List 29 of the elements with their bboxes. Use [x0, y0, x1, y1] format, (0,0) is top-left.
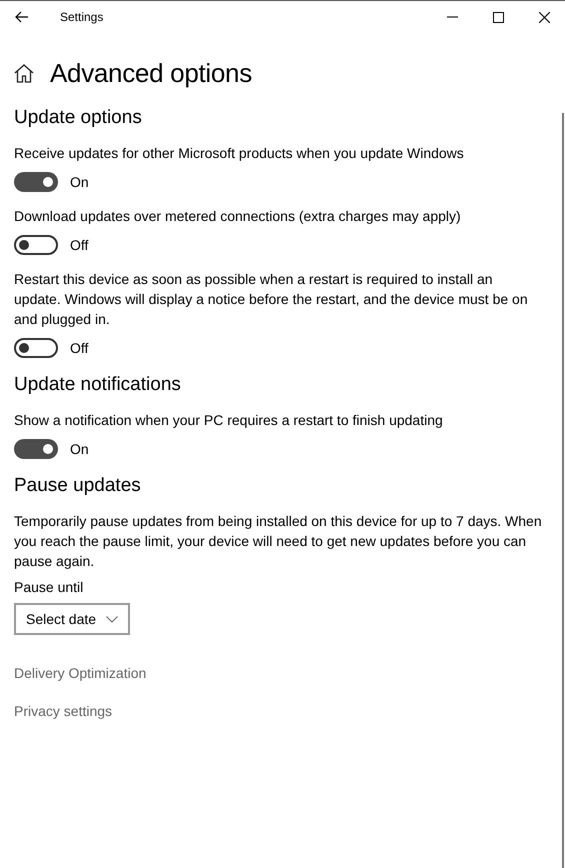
minimize-icon[interactable] — [447, 16, 458, 18]
toggle-state: Off — [70, 237, 88, 253]
back-icon[interactable] — [15, 11, 29, 23]
home-icon[interactable] — [14, 64, 34, 82]
toggle-state: Off — [70, 340, 88, 356]
scroll-bar[interactable] — [562, 113, 564, 868]
setting-label: Show a notification when your PC requires a restart to finish updating — [14, 411, 444, 430]
maximize-icon[interactable] — [493, 12, 504, 22]
toggle-switch[interactable] — [14, 235, 58, 255]
section-title: Update notifications — [14, 374, 182, 396]
description-text: Temporarily pause updates from being installed on this device for up to 7 days. When you reach the pause limit, your device will need to get new updates before you can pause again. — [14, 512, 543, 571]
field-label: Pause until — [14, 579, 84, 595]
close-icon[interactable] — [539, 12, 550, 22]
section-title: Pause updates — [14, 475, 142, 497]
setting-label: Receive updates for other Microsoft products when you update Windows — [14, 144, 465, 163]
setting-label: Restart this device as soon as possible when a restart is required to install an update. Windows will display a notice before the restart, and the device must be on and plugged in. — [14, 270, 529, 329]
settings-link[interactable]: Privacy settings — [14, 703, 112, 719]
date-dropdown[interactable]: Select date — [14, 603, 130, 635]
toggle-switch[interactable] — [14, 439, 58, 459]
toggle-switch[interactable] — [14, 338, 58, 358]
chevron-down-icon — [106, 616, 118, 622]
section-title: Update options — [14, 107, 143, 129]
window-title: Settings — [60, 10, 104, 24]
page-title: Advanced options — [50, 58, 252, 88]
setting-label: Download updates over metered connections (extra charges may apply) — [14, 207, 462, 226]
toggle-state: On — [70, 441, 89, 457]
toggle-switch[interactable] — [14, 172, 58, 192]
settings-link[interactable]: Delivery Optimization — [14, 665, 146, 681]
toggle-state: On — [70, 174, 89, 190]
